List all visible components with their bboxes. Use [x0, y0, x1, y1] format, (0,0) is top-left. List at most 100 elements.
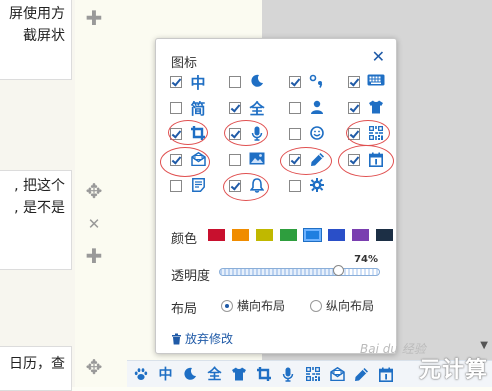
icon-option-checkbox[interactable]: [289, 76, 301, 88]
card-text-line: 日历，查: [9, 356, 65, 372]
card-text-line: , 把这个: [14, 178, 65, 194]
caret-icon[interactable]: ▼: [480, 340, 488, 351]
icon-option[interactable]: [348, 125, 388, 145]
discard-changes-link[interactable]: 放弃修改: [171, 330, 233, 348]
icon-option-checkbox[interactable]: [348, 76, 360, 88]
mail-icon: [188, 151, 208, 171]
icon-option[interactable]: [289, 125, 329, 145]
toolbar-pen-icon[interactable]: [352, 365, 372, 385]
crop-icon: [188, 125, 208, 145]
icon-option-checkbox[interactable]: [348, 128, 360, 140]
opacity-slider-handle[interactable]: [332, 265, 344, 276]
icon-option-checkbox[interactable]: [170, 76, 182, 88]
add-icon[interactable]: ✚: [84, 246, 104, 266]
opacity-label: 透明度: [171, 269, 211, 284]
icon-option[interactable]: [229, 125, 269, 145]
simplified-char-icon: 简: [190, 100, 206, 118]
icon-option-checkbox[interactable]: [229, 102, 241, 114]
microphone-icon: [247, 125, 267, 145]
icon-option[interactable]: [348, 99, 388, 119]
icon-option-checkbox[interactable]: [170, 154, 182, 166]
color-swatch[interactable]: [280, 229, 297, 241]
delete-icon[interactable]: ✕: [84, 214, 104, 234]
chinese-char-icon: 中: [190, 74, 206, 92]
note-icon: [188, 177, 208, 197]
icon-option[interactable]: [229, 73, 269, 93]
color-swatch[interactable]: [256, 229, 273, 241]
user-icon: [307, 99, 327, 119]
moon-icon: [247, 73, 267, 93]
close-icon[interactable]: ✕: [372, 47, 385, 66]
toolbar-moon-icon[interactable]: [180, 365, 200, 385]
icon-option[interactable]: [348, 151, 388, 171]
watermark-baidu: Bai du 经验: [360, 342, 426, 356]
icon-option-checkbox[interactable]: [348, 102, 360, 114]
punctuation-icon: [307, 73, 327, 93]
horizontal-layout-radio[interactable]: [221, 300, 233, 312]
icon-option-checkbox[interactable]: [229, 154, 241, 166]
keyboard-icon: [366, 73, 386, 93]
card-text-line: 截屏状: [23, 28, 65, 44]
text-card-1: 屏使用方 截屏状: [0, 0, 72, 80]
add-icon[interactable]: ✚: [84, 8, 104, 28]
image-icon: [247, 151, 267, 171]
color-swatch[interactable]: [352, 229, 369, 241]
toolbar-crop-icon[interactable]: [254, 365, 274, 385]
toolbar-chinese-char-icon[interactable]: 中: [156, 365, 176, 385]
icon-option[interactable]: [170, 151, 210, 171]
watermark-text: 元计算: [418, 358, 488, 383]
icon-option-checkbox[interactable]: [289, 102, 301, 114]
color-swatch[interactable]: [208, 229, 225, 241]
bell-icon: [247, 177, 267, 197]
color-swatch[interactable]: [303, 228, 322, 242]
move-icon[interactable]: ✥: [84, 357, 104, 377]
icon-option[interactable]: [289, 99, 329, 119]
icon-option[interactable]: 简: [170, 99, 210, 119]
icon-option-checkbox[interactable]: [170, 180, 182, 192]
icon-option[interactable]: [229, 151, 269, 171]
icon-option[interactable]: [170, 177, 210, 197]
move-icon[interactable]: ✥: [84, 181, 104, 201]
gear-icon: [307, 177, 327, 197]
icon-option-checkbox[interactable]: [229, 128, 241, 140]
vertical-layout-radio[interactable]: [310, 300, 322, 312]
icons-section-title: 图标: [171, 56, 198, 71]
toolbar-shirt-icon[interactable]: [229, 365, 249, 385]
horizontal-layout-label[interactable]: 横向布局: [237, 297, 285, 314]
discard-changes-label: 放弃修改: [185, 332, 234, 346]
card-text-line: 屏使用方: [9, 6, 65, 22]
icon-option[interactable]: [289, 73, 329, 93]
color-swatch[interactable]: [328, 229, 345, 241]
icon-option[interactable]: [289, 177, 329, 197]
toolbar-paw-icon[interactable]: [131, 365, 151, 385]
icon-option[interactable]: [170, 125, 210, 145]
icon-option-checkbox[interactable]: [170, 128, 182, 140]
icon-option[interactable]: 全: [229, 99, 269, 119]
icon-option[interactable]: [289, 151, 329, 171]
text-card-2: , 把这个 , 是不是: [0, 170, 72, 270]
opacity-slider[interactable]: [219, 265, 380, 276]
calendar-icon: [366, 151, 386, 171]
qrcode-icon: [366, 125, 386, 145]
vertical-layout-label[interactable]: 纵向布局: [326, 297, 374, 314]
color-swatch[interactable]: [232, 229, 249, 241]
icon-settings-popover: 图标 ✕ 中简 全 颜色 透明度 74% 布局 横向布局 纵向布局 放弃修改: [155, 38, 397, 354]
toolbar-calendar-icon[interactable]: [376, 365, 396, 385]
color-swatch[interactable]: [376, 229, 393, 241]
toolbar-microphone-icon[interactable]: [278, 365, 298, 385]
icon-option[interactable]: [348, 73, 388, 93]
smiley-icon: [307, 125, 327, 145]
icon-option[interactable]: [229, 177, 269, 197]
icon-option-checkbox[interactable]: [229, 76, 241, 88]
icon-option-checkbox[interactable]: [289, 180, 301, 192]
toolbar-fullwidth-char-icon[interactable]: 全: [205, 365, 225, 385]
icon-option-checkbox[interactable]: [289, 154, 301, 166]
icon-option[interactable]: 中: [170, 73, 210, 93]
icon-option-checkbox[interactable]: [229, 180, 241, 192]
toolbar-mail-icon[interactable]: [327, 365, 347, 385]
toolbar-qrcode-icon[interactable]: [303, 365, 323, 385]
icon-option-checkbox[interactable]: [289, 128, 301, 140]
card-text-line: , 是不是: [14, 200, 65, 216]
icon-option-checkbox[interactable]: [170, 102, 182, 114]
icon-option-checkbox[interactable]: [348, 154, 360, 166]
